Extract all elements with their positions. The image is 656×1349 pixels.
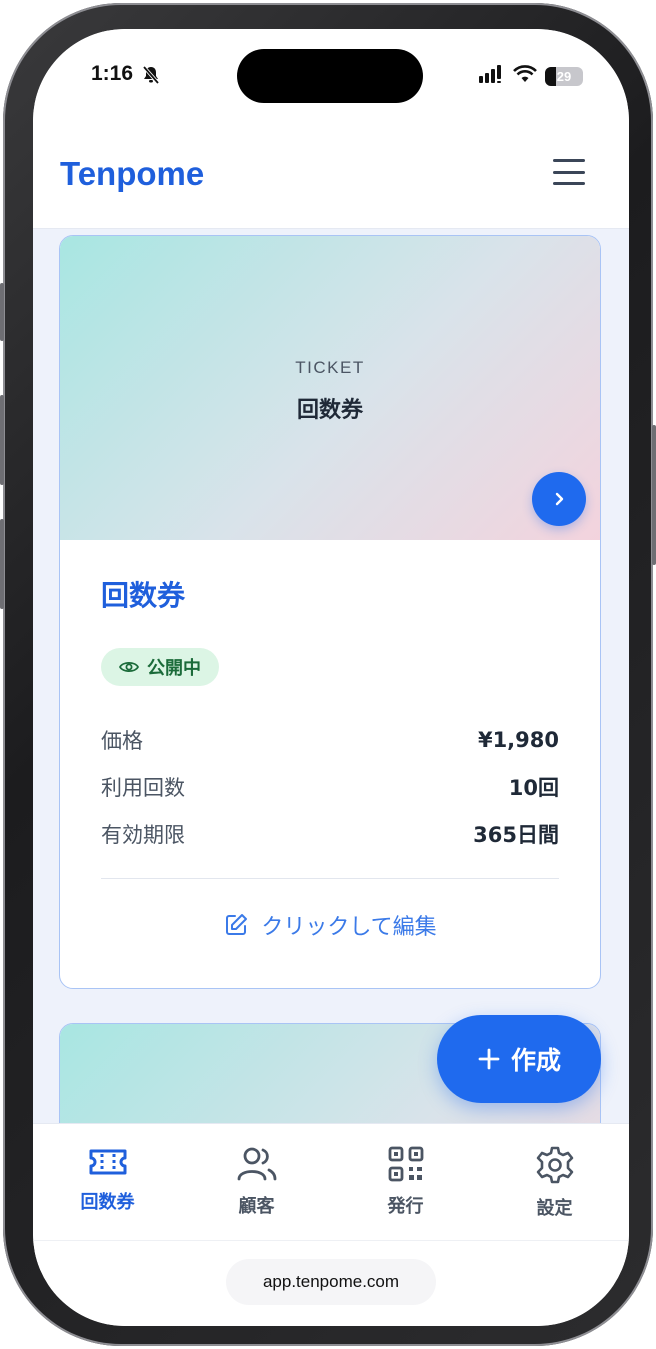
detail-value: 10回	[508, 775, 559, 800]
detail-label: 価格	[101, 728, 143, 753]
detail-row-price: 価格 ¥1,980	[101, 716, 559, 763]
users-icon	[237, 1147, 276, 1181]
screen: 1:16 29 Tenpome TICKET 回数券 回数券 公開中 価格 ¥1…	[33, 29, 629, 1326]
browser-bar: app.tenpome.com	[33, 1241, 629, 1326]
nav-item-issue[interactable]: 発行	[331, 1124, 480, 1240]
status-badge-label: 公開中	[147, 658, 201, 679]
phone-frame: 1:16 29 Tenpome TICKET 回数券 回数券 公開中 価格 ¥1…	[0, 3, 656, 1346]
dynamic-island	[237, 49, 423, 103]
create-button[interactable]: 作成	[437, 1015, 601, 1103]
hamburger-menu-icon[interactable]	[553, 159, 585, 185]
nav-item-settings[interactable]: 設定	[480, 1124, 629, 1240]
divider	[101, 878, 559, 879]
status-time: 1:16	[91, 62, 134, 85]
status-indicators: 29	[479, 65, 583, 87]
volume-down-button	[0, 519, 4, 609]
detail-label: 利用回数	[101, 775, 185, 800]
cellular-signal-icon	[479, 65, 505, 87]
edit-label: クリックして編集	[261, 915, 437, 940]
edit-link[interactable]: クリックして編集	[101, 909, 559, 941]
detail-label: 有効期限	[101, 822, 185, 847]
gear-icon	[536, 1146, 573, 1184]
main-content[interactable]: TICKET 回数券 回数券 公開中 価格 ¥1,980 利用回数 10回 有効…	[33, 229, 629, 1123]
volume-up-button	[0, 395, 4, 485]
bell-slash-icon	[141, 65, 161, 89]
nav-label: 発行	[387, 1196, 424, 1217]
wifi-icon	[513, 65, 537, 87]
status-bar: 1:16 29	[33, 29, 629, 119]
nav-label: 回数券	[80, 1192, 135, 1213]
url-field[interactable]: app.tenpome.com	[226, 1259, 436, 1305]
app-header: Tenpome	[33, 119, 629, 229]
nav-item-customers[interactable]: 顧客	[182, 1124, 331, 1240]
ticket-icon	[89, 1149, 126, 1175]
nav-label: 顧客	[238, 1196, 275, 1217]
plus-icon	[478, 1048, 500, 1070]
battery-indicator: 29	[545, 66, 583, 86]
ticket-card[interactable]: TICKET 回数券 回数券 公開中 価格 ¥1,980 利用回数 10回 有効…	[59, 235, 601, 989]
detail-row-uses: 利用回数 10回	[101, 763, 559, 810]
hero-title: 回数券	[296, 398, 363, 423]
battery-level: 29	[556, 68, 572, 84]
action-button	[0, 283, 4, 341]
status-badge: 公開中	[101, 648, 219, 686]
power-button	[652, 425, 656, 565]
eye-icon	[119, 661, 139, 673]
detail-row-validity: 有効期限 365日間	[101, 810, 559, 857]
brand-logo[interactable]: Tenpome	[60, 155, 204, 193]
next-button[interactable]	[532, 472, 586, 526]
detail-value: ¥1,980	[477, 727, 559, 752]
qr-code-icon	[388, 1146, 423, 1182]
create-button-label: 作成	[510, 1046, 561, 1075]
nav-label: 設定	[536, 1198, 573, 1219]
ticket-title: 回数券	[101, 579, 186, 612]
chevron-right-icon	[555, 492, 564, 506]
ticket-card-body: 回数券 公開中 価格 ¥1,980 利用回数 10回 有効期限 365日間 クリ…	[60, 574, 600, 941]
hero-kicker: TICKET	[295, 358, 365, 377]
ticket-card-hero: TICKET 回数券	[60, 236, 600, 540]
nav-item-tickets[interactable]: 回数券	[33, 1124, 182, 1240]
detail-value: 365日間	[473, 822, 559, 847]
edit-icon	[226, 914, 248, 935]
ticket-details: 価格 ¥1,980 利用回数 10回 有効期限 365日間	[101, 716, 559, 857]
bottom-nav: 回数券 顧客 発行 設定	[33, 1123, 629, 1241]
